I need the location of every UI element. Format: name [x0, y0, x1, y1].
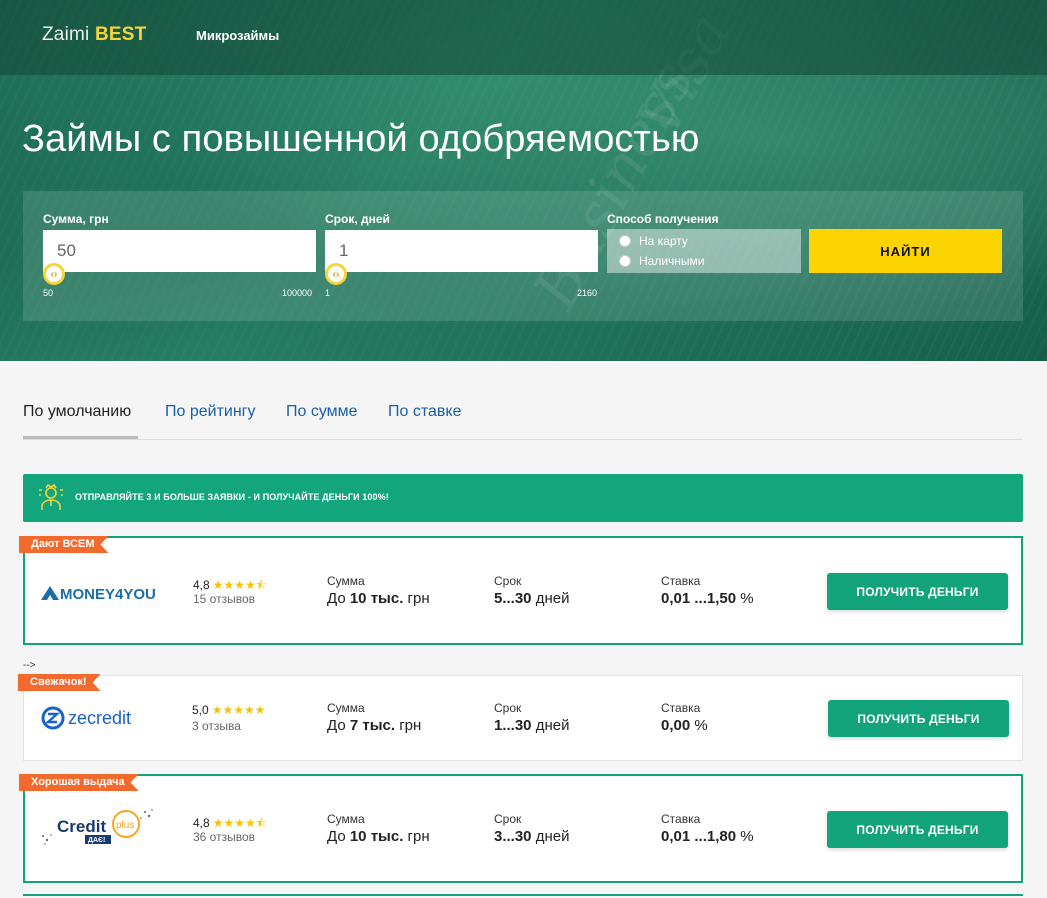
reviews-count[interactable]: 36 отзывов	[193, 830, 255, 844]
sum-value: До 10 тыс. грн	[327, 590, 430, 607]
term-label: Срок	[494, 574, 522, 588]
brand-logo-money4you[interactable]: MONEY4YOU	[39, 582, 159, 609]
amount-label: Сумма, грн	[43, 212, 109, 226]
brand-logo-creditplus[interactable]: Credit plus ДАЄ!	[39, 806, 159, 859]
radio-label: Наличными	[639, 254, 705, 268]
offer-badge: Дают ВСЕМ	[19, 536, 109, 553]
amount-input[interactable]	[43, 230, 316, 272]
term-label: Срок, дней	[325, 212, 390, 226]
rate-label: Ставка	[661, 812, 701, 826]
brand-text: Credit	[57, 817, 106, 836]
sum-label: Сумма	[327, 574, 365, 588]
reviews-count[interactable]: 3 отзыва	[192, 719, 241, 733]
amount-max: 100000	[282, 288, 313, 298]
amount-min: 50	[43, 288, 54, 298]
rate-label: Ставка	[661, 701, 701, 715]
rate-value: 0,01 ...1,50 %	[661, 590, 754, 607]
brand-tag-text: ДАЄ!	[88, 837, 105, 844]
rate-label: Ставка	[661, 574, 701, 588]
term-min: 1	[325, 288, 331, 298]
radio-label: На карту	[639, 234, 688, 248]
radio-card[interactable]: На карту	[619, 234, 688, 248]
get-money-button[interactable]: ПОЛУЧИТЬ ДЕНЬГИ	[827, 573, 1008, 610]
term-label: Срок	[494, 812, 522, 826]
radio-button[interactable]	[619, 235, 631, 247]
brand-sub-text: plus	[116, 820, 134, 831]
term-value: 5...30 дней	[494, 590, 570, 607]
active-tab-indicator	[23, 436, 138, 439]
rating-value: 4,8	[193, 816, 210, 830]
term-max: 2160	[577, 288, 598, 298]
sum-value: До 7 тыс. грн	[327, 717, 422, 734]
star-rating-icon: ★★★★⯪	[212, 578, 268, 592]
method-label: Способ получения	[607, 212, 719, 226]
sum-label: Сумма	[327, 701, 365, 715]
offer-card: Хорошая выдача Credit plus ДАЄ! 4,8 ★★★★⯪…	[23, 774, 1023, 883]
offer-card: Свежачок! zecredit 5,0 ★★★★★ 3 отзыва Сум…	[23, 675, 1023, 761]
sum-value: До 10 тыс. грн	[327, 828, 430, 845]
top-navigation: Zaimi BEST Микрозаймы	[0, 0, 1047, 75]
hero-banner: Business Visa Zaimi BEST Микрозаймы Займ…	[0, 0, 1047, 361]
offer-badge: Хорошая выдача	[19, 774, 139, 791]
logo-main-text: Zaimi	[42, 24, 90, 45]
tab-rate[interactable]: По ставке	[388, 403, 461, 421]
term-value: 3...30 дней	[494, 828, 570, 845]
person-icon	[39, 483, 63, 510]
get-money-button[interactable]: ПОЛУЧИТЬ ДЕНЬГИ	[827, 811, 1008, 848]
rating-value: 5,0	[192, 703, 209, 717]
search-form: Сумма, грн ‹› 50 100000 Срок, дней ‹› 1 …	[23, 191, 1023, 321]
logo-accent-text: BEST	[94, 24, 147, 45]
rate-value: 0,00 %	[661, 717, 708, 734]
stray-markup-text: -->	[23, 660, 36, 671]
amount-slider-handle[interactable]: ‹›	[43, 263, 65, 285]
promo-text: ОТПРАВЛЯЙТЕ 3 И БОЛЬШЕ ЗАЯВКИ - И ПОЛУЧА…	[75, 492, 389, 502]
rating-value: 4,8	[193, 578, 210, 592]
offer-card: Дают ВСЕМ MONEY4YOU 4,8 ★★★★⯪ 15 отзывов …	[23, 536, 1023, 645]
method-radio-group: На карту Наличными	[607, 229, 801, 273]
sum-label: Сумма	[327, 812, 365, 826]
brand-text: zecredit	[68, 708, 131, 728]
brand-text: MONEY4YOU	[60, 586, 156, 603]
next-offer-card-edge	[23, 894, 1023, 898]
tab-rating[interactable]: По рейтингу	[165, 403, 256, 421]
radio-button[interactable]	[619, 255, 631, 267]
term-label: Срок	[494, 701, 522, 715]
nav-link-microloans[interactable]: Микрозаймы	[196, 28, 279, 43]
brand-logo-zecredit[interactable]: zecredit	[38, 704, 158, 737]
sort-tabs: По умолчанию По рейтингу По сумме По ста…	[23, 403, 1023, 440]
star-rating-icon: ★★★★⯪	[212, 816, 268, 830]
offer-badge: Свежачок!	[18, 674, 101, 691]
tab-default[interactable]: По умолчанию	[23, 403, 131, 421]
star-rating-icon: ★★★★★	[211, 703, 266, 717]
page-title: Займы с повышенной одобряемостью	[22, 118, 700, 160]
radio-cash[interactable]: Наличными	[619, 254, 705, 268]
promo-banner: ОТПРАВЛЯЙТЕ 3 И БОЛЬШЕ ЗАЯВКИ - И ПОЛУЧА…	[23, 474, 1023, 522]
get-money-button[interactable]: ПОЛУЧИТЬ ДЕНЬГИ	[828, 700, 1009, 737]
term-slider-handle[interactable]: ‹›	[325, 263, 347, 285]
site-logo[interactable]: Zaimi BEST	[42, 24, 146, 46]
tab-amount[interactable]: По сумме	[286, 403, 358, 421]
term-input[interactable]	[325, 230, 598, 272]
rating: 5,0 ★★★★★	[192, 703, 265, 717]
find-button[interactable]: НАЙТИ	[809, 229, 1002, 273]
term-value: 1...30 дней	[494, 717, 570, 734]
rate-value: 0,01 ...1,80 %	[661, 828, 754, 845]
reviews-count[interactable]: 15 отзывов	[193, 592, 255, 606]
